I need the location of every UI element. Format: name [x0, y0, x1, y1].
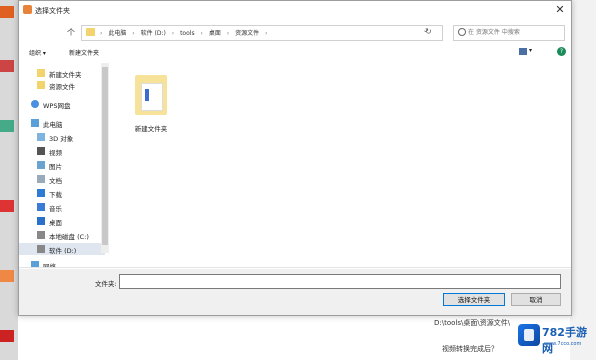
sidebar-scrollbar[interactable]	[101, 63, 109, 253]
folder-label: 文件夹:	[95, 280, 117, 288]
app-icon	[23, 5, 32, 14]
sidebar-item-label: 此电脑	[43, 121, 63, 129]
sidebar-item-wps-cloud[interactable]: WPS网盘	[19, 98, 105, 110]
folder-icon	[86, 28, 95, 36]
select-folder-dialog: 选择文件夹 ✕ 个 › 此电脑 › 软件 (D:) › tools › 桌面 ›…	[18, 0, 572, 316]
sidebar-item-documents[interactable]: 文档	[19, 173, 105, 185]
sidebar-item-label: 视频	[49, 149, 62, 157]
search-input[interactable]	[468, 28, 560, 37]
organize-button[interactable]: 组织 ▾	[29, 48, 46, 57]
breadcrumb-item[interactable]: tools	[180, 30, 195, 37]
app-icon	[0, 120, 14, 132]
list-item[interactable]: 新建文件夹	[127, 71, 175, 141]
brand-logo-icon	[518, 324, 540, 346]
breadcrumb-item[interactable]: 资源文件	[235, 30, 259, 37]
refresh-icon[interactable]: ↻	[425, 27, 432, 36]
brand-site: www.7cco.com	[544, 341, 582, 347]
breadcrumb-separator: ›	[132, 30, 135, 37]
sidebar-item-label: 文档	[49, 177, 62, 185]
sidebar-item-label: 桌面	[49, 219, 62, 227]
brand-name: 782手游网	[542, 326, 587, 355]
sidebar-item-label: 下载	[49, 191, 62, 199]
sidebar-item-resource-files[interactable]: 资源文件	[19, 79, 105, 91]
folder-icon	[135, 75, 167, 115]
watermark: 782手游网 www.7cco.com	[518, 321, 594, 355]
app-icon	[0, 200, 14, 212]
file-list: 新建文件夹	[115, 61, 571, 267]
breadcrumb: › 此电脑 › 软件 (D:) › tools › 桌面 › 资源文件 ›	[100, 28, 271, 37]
drive-icon	[37, 231, 45, 239]
drive-icon	[37, 245, 45, 253]
file-name: 新建文件夹	[134, 125, 168, 133]
breadcrumb-separator: ›	[171, 30, 175, 37]
app-icon	[0, 330, 14, 342]
sidebar-item-label: 软件 (D:)	[49, 247, 77, 255]
breadcrumb-item[interactable]: 软件 (D:)	[141, 30, 166, 37]
image-icon	[37, 161, 45, 169]
sidebar-item-label: 3D 对象	[49, 135, 74, 143]
breadcrumb-separator: ›	[200, 30, 203, 37]
sidebar-item-pictures[interactable]: 图片	[19, 159, 105, 171]
view-options-dropdown[interactable]: ▾	[529, 47, 532, 54]
address-bar[interactable]: › 此电脑 › 软件 (D:) › tools › 桌面 › 资源文件 › ⌄	[81, 25, 443, 41]
sidebar-item-this-pc[interactable]: 此电脑	[19, 117, 105, 129]
cancel-button[interactable]: 取消	[511, 293, 561, 306]
app-icon	[0, 270, 14, 282]
sidebar-item-label: 音乐	[49, 205, 62, 213]
sidebar-item-music[interactable]: 音乐	[19, 201, 105, 213]
sidebar-item-3d-objects[interactable]: 3D 对象	[19, 131, 105, 143]
background-app-left	[0, 0, 18, 360]
app-icon	[0, 60, 14, 72]
dialog-footer: 文件夹: 选择文件夹 取消	[19, 269, 571, 315]
breadcrumb-item[interactable]: 桌面	[209, 30, 221, 37]
app-icon	[0, 6, 14, 18]
cloud-icon	[31, 100, 39, 108]
music-icon	[37, 203, 45, 211]
scrollbar-thumb[interactable]	[102, 67, 108, 245]
sidebar-item-label: 新建文件夹	[49, 71, 82, 79]
sidebar-item-label: 资源文件	[49, 83, 75, 91]
sidebar-item-drive-d[interactable]: 软件 (D:)	[19, 243, 105, 255]
sidebar-item-desktop[interactable]: 桌面	[19, 215, 105, 227]
folder-icon	[37, 69, 45, 77]
folder-name-input[interactable]	[119, 274, 561, 289]
cube-icon	[37, 133, 45, 141]
close-button[interactable]: ✕	[553, 3, 567, 17]
dialog-title: 选择文件夹	[35, 7, 70, 15]
computer-icon	[31, 119, 39, 127]
sidebar-item-network[interactable]: 网络	[19, 259, 105, 267]
background-status-text: 视频转换完成后？	[442, 345, 498, 353]
sidebar-item-new-folder[interactable]: 新建文件夹	[19, 67, 105, 79]
sidebar-item-label: 图片	[49, 163, 62, 171]
document-icon	[37, 175, 45, 183]
divider	[19, 267, 571, 268]
breadcrumb-separator: ›	[226, 30, 230, 37]
navigation-bar: 个 › 此电脑 › 软件 (D:) › tools › 桌面 › 资源文件 › …	[19, 21, 571, 43]
search-box[interactable]	[453, 25, 565, 41]
sidebar-item-drive-c[interactable]: 本地磁盘 (C:)	[19, 229, 105, 241]
help-icon[interactable]: ?	[557, 47, 566, 56]
desktop-icon	[37, 217, 45, 225]
view-options-icon[interactable]	[519, 48, 527, 55]
background-app-right	[570, 0, 596, 360]
breadcrumb-separator: ›	[100, 30, 103, 37]
search-icon	[458, 28, 466, 36]
folder-icon	[37, 81, 45, 89]
background-path-text: D:\tools\桌面\资源文件\	[434, 319, 511, 327]
navigation-pane: 新建文件夹 资源文件 WPS网盘 此电脑 3D 对象 视频 图片 文档 下载 音…	[19, 61, 109, 267]
sidebar-item-downloads[interactable]: 下载	[19, 187, 105, 199]
breadcrumb-item[interactable]: 此电脑	[108, 30, 126, 37]
sidebar-item-videos[interactable]: 视频	[19, 145, 105, 157]
title-bar: 选择文件夹 ✕	[19, 1, 571, 19]
download-icon	[37, 189, 45, 197]
select-folder-button[interactable]: 选择文件夹	[443, 293, 505, 306]
sidebar-item-label: WPS网盘	[43, 102, 71, 110]
video-icon	[37, 147, 45, 155]
up-arrow-icon[interactable]: 个	[67, 27, 75, 38]
sidebar-item-label: 本地磁盘 (C:)	[49, 233, 89, 241]
toolbar: 组织 ▾ 新建文件夹 ▾ ?	[19, 45, 571, 59]
new-folder-button[interactable]: 新建文件夹	[69, 48, 99, 57]
breadcrumb-separator: ›	[265, 30, 268, 37]
